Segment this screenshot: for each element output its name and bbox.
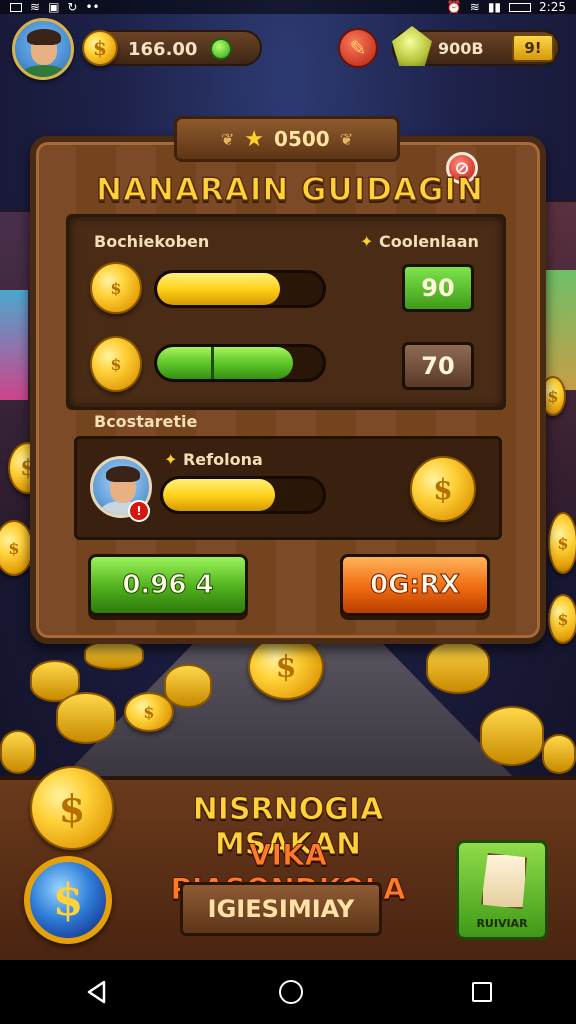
star-icon: ✦ — [360, 232, 374, 251]
alarm-icon: ⏰ — [446, 0, 462, 14]
coin-stack — [84, 640, 144, 670]
more-icon: •• — [85, 0, 100, 14]
value-box: 70 — [402, 342, 474, 390]
section-label-right: ✦ Coolenlaan — [360, 232, 479, 251]
star-icon: ★ — [244, 126, 265, 152]
cell-signal-icon: ▮▮ — [487, 0, 502, 14]
neon-sign-right — [546, 270, 576, 390]
coin-icon — [30, 766, 114, 850]
player-label: ✦ Refolona — [164, 450, 263, 469]
coin-stack — [542, 734, 576, 774]
battery-icon — [509, 2, 532, 12]
bar-divider — [211, 347, 214, 379]
star-icon: ✦ — [164, 450, 178, 469]
avatar-hair — [106, 466, 140, 482]
coin-icon — [82, 30, 118, 66]
value-box: 90 — [402, 264, 474, 312]
progress-fill — [157, 273, 280, 305]
panel-ribbon: ❦ ★ 0500 ❦ — [174, 116, 400, 162]
panel-title: NANARAIN GUIDAGIN — [95, 171, 484, 209]
coin-icon — [90, 336, 142, 392]
ornament-icon: ❦ — [220, 129, 235, 149]
notification-icon — [10, 2, 22, 12]
scroll-icon — [481, 853, 527, 909]
gem-balance: 900B — [438, 39, 484, 58]
avatar-hair — [27, 29, 61, 45]
ornament-icon: ❦ — [339, 129, 354, 149]
banner-button[interactable]: IGIESIMIAY — [180, 882, 382, 936]
coin-stack — [164, 664, 212, 708]
neon-sign-left — [0, 290, 28, 400]
coin-balance: 166.00 — [128, 39, 198, 60]
coin-icon — [548, 512, 576, 574]
wifi-icon: ≋ — [30, 0, 41, 14]
coin-icon — [548, 594, 576, 644]
coin-stack — [426, 640, 490, 694]
add-coins-button[interactable] — [210, 38, 232, 60]
home-icon[interactable] — [278, 980, 303, 1004]
section-label: Bcostaretie — [94, 412, 198, 431]
coin-icon — [90, 262, 142, 314]
tool-icon[interactable]: ✎ — [338, 28, 378, 68]
coin-stack — [480, 706, 544, 766]
progress-fill — [157, 347, 294, 379]
player-avatar[interactable] — [12, 18, 74, 80]
add-gems-button[interactable]: 9! — [512, 34, 554, 62]
back-icon[interactable] — [84, 979, 110, 1005]
secondary-button[interactable]: 0G:RX — [340, 554, 490, 616]
reward-label: RUIVIAR — [476, 917, 528, 930]
clock: 2:25 — [539, 0, 566, 14]
coin-counter[interactable]: 166.00 — [82, 30, 262, 66]
sync-icon: ↻ — [67, 0, 78, 14]
progress-fill — [163, 479, 275, 511]
app-icon: ▣ — [48, 0, 60, 14]
wifi-signal-icon: ≋ — [469, 0, 480, 14]
ribbon-value: 0500 — [274, 127, 330, 151]
navigation-bar — [0, 960, 576, 1024]
coin-icon — [0, 520, 34, 576]
recents-icon[interactable] — [471, 982, 492, 1002]
alert-icon: ! — [128, 500, 150, 522]
primary-button[interactable]: 0.96 4 — [88, 554, 248, 616]
coin-stack — [0, 730, 36, 774]
section-label-left: Bochiekoben — [94, 232, 210, 251]
status-bar: ≋ ▣ ↻ •• ⏰ ≋ ▮▮ 2:25 — [0, 0, 576, 14]
blue-coin-icon: $ — [24, 856, 112, 944]
coin-icon — [410, 456, 476, 522]
reward-button[interactable]: RUIVIAR — [456, 840, 548, 940]
coin-stack — [56, 692, 116, 744]
gem-counter[interactable]: 900B 9! — [392, 26, 560, 66]
progress-bar — [154, 344, 326, 382]
progress-bar — [154, 270, 326, 308]
progress-bar — [160, 476, 326, 514]
